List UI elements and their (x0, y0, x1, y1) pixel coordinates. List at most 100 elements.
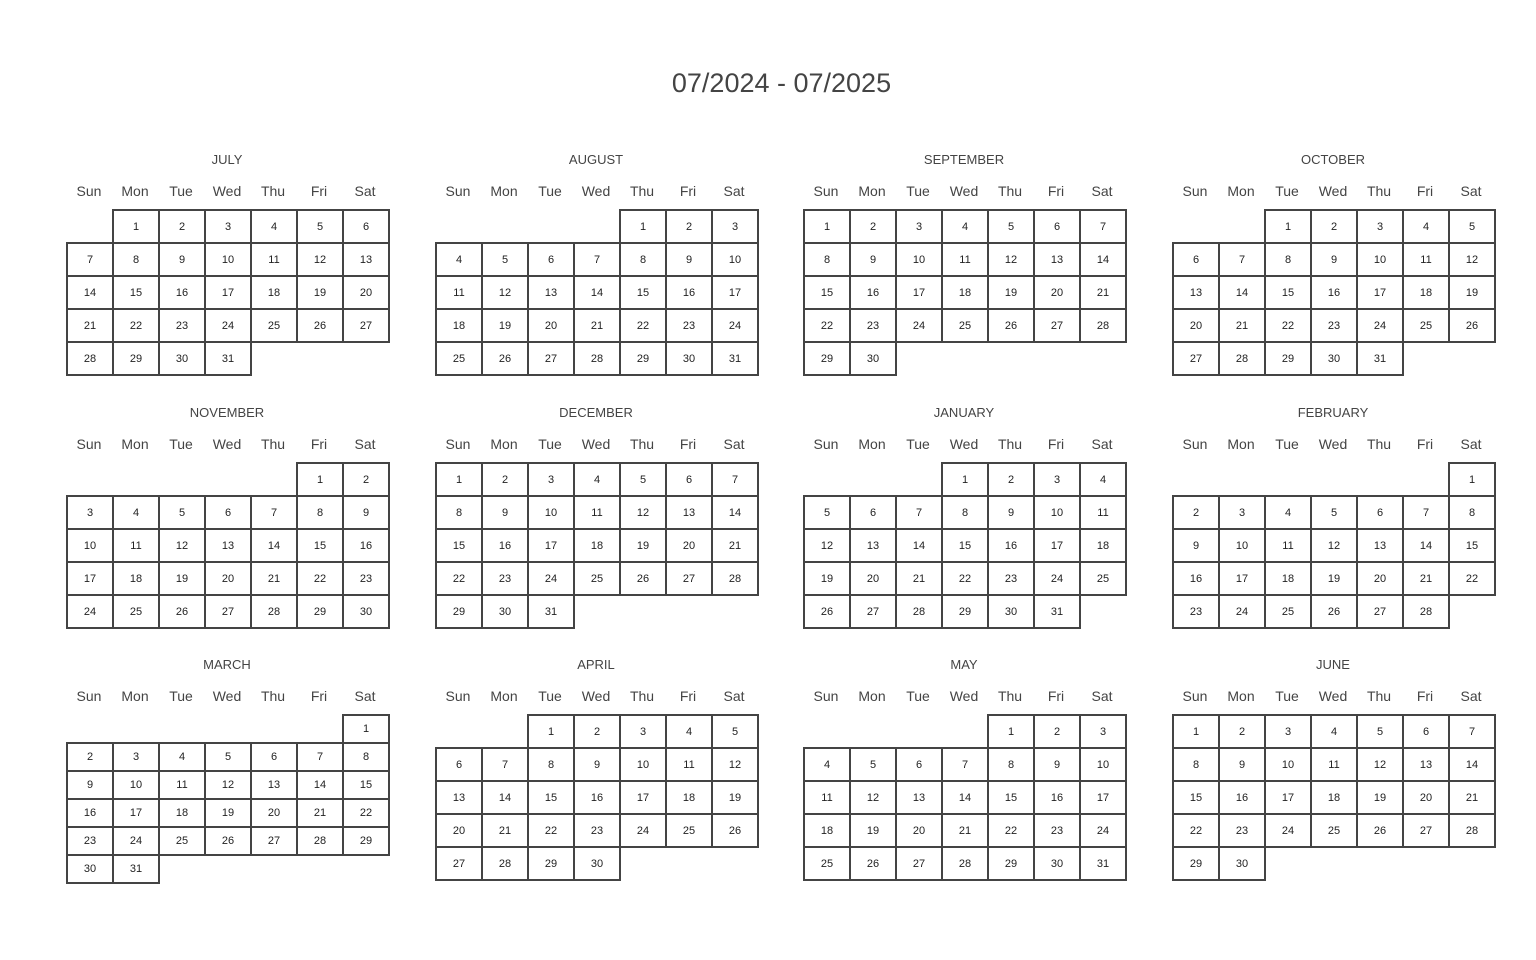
day-cell[interactable]: 11 (112, 528, 160, 563)
day-cell[interactable]: 9 (481, 495, 529, 530)
day-cell[interactable]: 2 (987, 462, 1035, 497)
day-cell[interactable]: 13 (665, 495, 713, 530)
day-cell[interactable]: 30 (987, 594, 1035, 629)
day-cell[interactable]: 1 (342, 714, 390, 744)
day-cell[interactable]: 11 (1310, 747, 1358, 782)
day-cell[interactable]: 15 (619, 275, 667, 310)
day-cell[interactable]: 12 (619, 495, 667, 530)
day-cell[interactable]: 14 (296, 770, 344, 800)
day-cell[interactable]: 24 (619, 813, 667, 848)
day-cell[interactable]: 30 (66, 854, 114, 884)
day-cell[interactable]: 21 (250, 561, 298, 596)
day-cell[interactable]: 7 (1402, 495, 1450, 530)
day-cell[interactable]: 13 (895, 780, 943, 815)
day-cell[interactable]: 27 (1033, 308, 1081, 343)
day-cell[interactable]: 27 (849, 594, 897, 629)
day-cell[interactable]: 26 (481, 341, 529, 376)
day-cell[interactable]: 19 (711, 780, 759, 815)
day-cell[interactable]: 4 (941, 209, 989, 244)
day-cell[interactable]: 1 (112, 209, 160, 244)
day-cell[interactable]: 27 (204, 594, 252, 629)
day-cell[interactable]: 11 (941, 242, 989, 277)
day-cell[interactable]: 29 (619, 341, 667, 376)
day-cell[interactable]: 29 (112, 341, 160, 376)
day-cell[interactable]: 21 (481, 813, 529, 848)
day-cell[interactable]: 9 (987, 495, 1035, 530)
day-cell[interactable]: 7 (250, 495, 298, 530)
day-cell[interactable]: 12 (803, 528, 851, 563)
day-cell[interactable]: 20 (1172, 308, 1220, 343)
day-cell[interactable]: 10 (1218, 528, 1266, 563)
day-cell[interactable]: 5 (481, 242, 529, 277)
day-cell[interactable]: 19 (803, 561, 851, 596)
day-cell[interactable]: 13 (1033, 242, 1081, 277)
day-cell[interactable]: 30 (1310, 341, 1358, 376)
day-cell[interactable]: 22 (803, 308, 851, 343)
day-cell[interactable]: 28 (895, 594, 943, 629)
day-cell[interactable]: 5 (849, 747, 897, 782)
day-cell[interactable]: 19 (481, 308, 529, 343)
day-cell[interactable]: 22 (296, 561, 344, 596)
day-cell[interactable]: 9 (342, 495, 390, 530)
day-cell[interactable]: 31 (711, 341, 759, 376)
day-cell[interactable]: 6 (204, 495, 252, 530)
day-cell[interactable]: 26 (849, 846, 897, 881)
day-cell[interactable]: 29 (941, 594, 989, 629)
day-cell[interactable]: 15 (112, 275, 160, 310)
day-cell[interactable]: 15 (987, 780, 1035, 815)
day-cell[interactable]: 22 (619, 308, 667, 343)
day-cell[interactable]: 24 (1356, 308, 1404, 343)
day-cell[interactable]: 28 (1448, 813, 1496, 848)
day-cell[interactable]: 11 (803, 780, 851, 815)
day-cell[interactable]: 24 (711, 308, 759, 343)
day-cell[interactable]: 7 (711, 462, 759, 497)
day-cell[interactable]: 15 (435, 528, 483, 563)
day-cell[interactable]: 10 (66, 528, 114, 563)
day-cell[interactable]: 28 (1402, 594, 1450, 629)
day-cell[interactable]: 17 (1033, 528, 1081, 563)
day-cell[interactable]: 19 (849, 813, 897, 848)
day-cell[interactable]: 28 (1218, 341, 1266, 376)
day-cell[interactable]: 11 (1402, 242, 1450, 277)
day-cell[interactable]: 22 (1448, 561, 1496, 596)
day-cell[interactable]: 16 (849, 275, 897, 310)
day-cell[interactable]: 14 (941, 780, 989, 815)
day-cell[interactable]: 6 (895, 747, 943, 782)
day-cell[interactable]: 24 (1079, 813, 1127, 848)
day-cell[interactable]: 26 (1356, 813, 1404, 848)
day-cell[interactable]: 2 (1310, 209, 1358, 244)
day-cell[interactable]: 23 (342, 561, 390, 596)
day-cell[interactable]: 22 (1264, 308, 1312, 343)
day-cell[interactable]: 20 (849, 561, 897, 596)
day-cell[interactable]: 7 (1079, 209, 1127, 244)
day-cell[interactable]: 18 (435, 308, 483, 343)
day-cell[interactable]: 9 (1172, 528, 1220, 563)
day-cell[interactable]: 23 (665, 308, 713, 343)
day-cell[interactable]: 9 (573, 747, 621, 782)
day-cell[interactable]: 5 (619, 462, 667, 497)
day-cell[interactable]: 13 (342, 242, 390, 277)
day-cell[interactable]: 23 (1033, 813, 1081, 848)
day-cell[interactable]: 23 (1172, 594, 1220, 629)
day-cell[interactable]: 21 (1402, 561, 1450, 596)
day-cell[interactable]: 30 (1218, 846, 1266, 881)
day-cell[interactable]: 25 (250, 308, 298, 343)
day-cell[interactable]: 3 (1264, 714, 1312, 749)
day-cell[interactable]: 8 (1264, 242, 1312, 277)
day-cell[interactable]: 10 (619, 747, 667, 782)
day-cell[interactable]: 30 (1033, 846, 1081, 881)
day-cell[interactable]: 6 (1033, 209, 1081, 244)
day-cell[interactable]: 24 (66, 594, 114, 629)
day-cell[interactable]: 13 (435, 780, 483, 815)
day-cell[interactable]: 8 (527, 747, 575, 782)
day-cell[interactable]: 19 (158, 561, 206, 596)
day-cell[interactable]: 22 (112, 308, 160, 343)
day-cell[interactable]: 17 (527, 528, 575, 563)
day-cell[interactable]: 10 (204, 242, 252, 277)
day-cell[interactable]: 8 (342, 742, 390, 772)
day-cell[interactable]: 29 (987, 846, 1035, 881)
day-cell[interactable]: 7 (895, 495, 943, 530)
day-cell[interactable]: 30 (481, 594, 529, 629)
day-cell[interactable]: 20 (250, 798, 298, 828)
day-cell[interactable]: 22 (527, 813, 575, 848)
